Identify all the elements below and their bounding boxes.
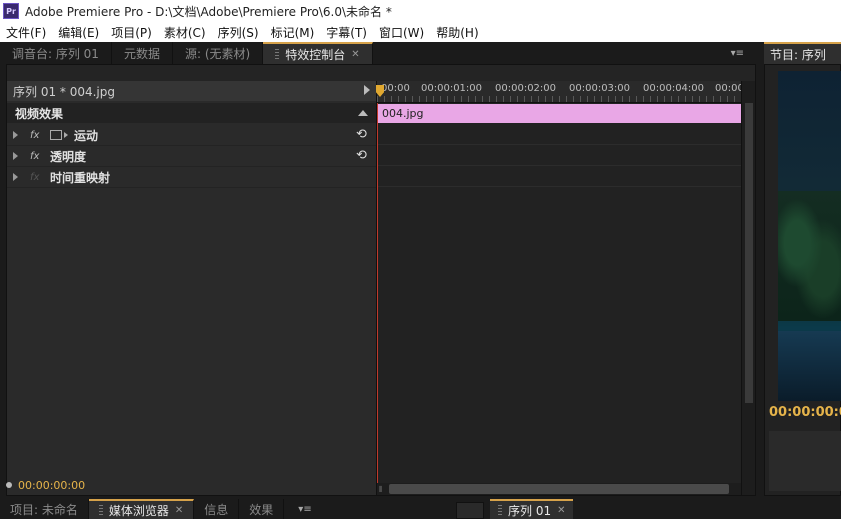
- tab-program-monitor[interactable]: 节目: 序列: [764, 42, 841, 64]
- panel-menu-icon[interactable]: ▾≡: [298, 504, 311, 515]
- expand-triangle-icon[interactable]: [13, 173, 18, 181]
- transform-arrow-icon: [64, 132, 68, 138]
- close-icon[interactable]: ✕: [557, 505, 565, 516]
- panel-tab-row: 调音台: 序列 01 元数据 源: (无素材) 特效控制台 ✕ ▾≡: [0, 42, 760, 64]
- effect-timeline: 00:00 00:00:01:00 00:00:02:00 00:00:03:0…: [376, 81, 754, 495]
- menu-clip[interactable]: 素材(C): [158, 24, 212, 41]
- effect-row-time-remap[interactable]: fx 时间重映射: [7, 167, 376, 188]
- collapse-arrow-icon[interactable]: [358, 110, 368, 116]
- reset-icon[interactable]: ⟲: [355, 149, 368, 162]
- tab-label: 媒体浏览器: [108, 503, 169, 518]
- ruler-tick-label: 00:00:01:00: [421, 83, 483, 94]
- tab-media-browser[interactable]: 媒体浏览器 ✕: [88, 499, 195, 519]
- water-image: [778, 331, 841, 401]
- time-ruler[interactable]: 00:00 00:00:01:00 00:00:02:00 00:00:03:0…: [376, 81, 754, 103]
- menu-bar: 文件(F) 编辑(E) 项目(P) 素材(C) 序列(S) 标记(M) 字幕(T…: [0, 22, 841, 42]
- timecode-indicator-icon: [6, 482, 12, 488]
- panel-menu-icon[interactable]: ▾≡: [731, 48, 744, 59]
- effect-row-opacity[interactable]: fx 透明度 ⟲: [7, 146, 376, 167]
- effect-row-motion[interactable]: fx 运动 ⟲: [7, 125, 376, 146]
- menu-sequence[interactable]: 序列(S): [212, 24, 265, 41]
- tab-project[interactable]: 项目: 未命名: [0, 499, 89, 519]
- tab-metadata[interactable]: 元数据: [112, 42, 173, 64]
- reset-icon[interactable]: ⟲: [355, 128, 368, 141]
- tab-label: 调音台: 序列 01: [12, 46, 99, 61]
- program-monitor: 00:00:00:0: [764, 64, 841, 496]
- menu-edit[interactable]: 编辑(E): [52, 24, 105, 41]
- tab-label: 信息: [204, 502, 229, 517]
- scroll-thumb[interactable]: [745, 103, 753, 403]
- fx-toggle-icon: fx: [30, 171, 40, 183]
- video-effects-header: 视频效果: [7, 103, 376, 123]
- menu-file[interactable]: 文件(F): [0, 24, 52, 41]
- drag-grip-icon[interactable]: [275, 49, 280, 59]
- close-icon[interactable]: ✕: [175, 505, 183, 516]
- horizontal-scrollbar[interactable]: ⦀: [377, 483, 743, 495]
- clip-name: 004.jpg: [382, 107, 424, 120]
- effect-name: 运动: [74, 128, 99, 143]
- tab-label: 效果: [249, 502, 274, 517]
- program-frame-image: [778, 71, 841, 401]
- ruler-ticks: [377, 96, 743, 102]
- menu-window[interactable]: 窗口(W): [373, 24, 430, 41]
- vertical-scrollbar[interactable]: [741, 81, 755, 495]
- menu-marker[interactable]: 标记(M): [265, 24, 321, 41]
- title-bar: Pr Adobe Premiere Pro - D:\文档\Adobe\Prem…: [0, 0, 841, 22]
- timeline-row: [377, 124, 743, 145]
- tab-effect-controls[interactable]: 特效控制台 ✕: [263, 42, 373, 64]
- show-timeline-toggle-icon[interactable]: [364, 85, 370, 95]
- ruler-tick-label: 00:00:02:00: [495, 83, 557, 94]
- expand-triangle-icon[interactable]: [13, 131, 18, 139]
- fx-toggle-icon[interactable]: fx: [30, 130, 44, 141]
- tab-label: 节目: 序列: [770, 47, 826, 62]
- tab-label: 项目: 未命名: [10, 502, 78, 517]
- ruler-tick-label: 00:00: [381, 83, 410, 94]
- menu-help[interactable]: 帮助(H): [430, 24, 484, 41]
- tab-audio-mixer[interactable]: 调音台: 序列 01: [0, 42, 112, 64]
- tab-source[interactable]: 源: (无素材): [173, 42, 264, 64]
- premiere-app-icon: Pr: [3, 3, 19, 19]
- tab-label: 特效控制台: [285, 47, 346, 62]
- program-timecode[interactable]: 00:00:00:0: [769, 405, 841, 420]
- tab-effects[interactable]: 效果: [239, 499, 285, 519]
- tab-info[interactable]: 信息: [194, 499, 240, 519]
- sequence-clip-bar: 序列 01 * 004.jpg: [7, 81, 376, 101]
- tab-label: 源: (无素材): [184, 46, 251, 61]
- menu-project[interactable]: 项目(P): [105, 24, 158, 41]
- effect-list: 序列 01 * 004.jpg 视频效果 fx 运动 ⟲ fx 透明度 ⟲ fx…: [7, 81, 376, 495]
- ruler-tick-label: 00:00:04:00: [643, 83, 705, 94]
- expand-triangle-icon[interactable]: [13, 152, 18, 160]
- drag-grip-icon[interactable]: [98, 505, 103, 515]
- timeline-row: [377, 145, 743, 166]
- fx-toggle-icon[interactable]: fx: [30, 151, 44, 162]
- clip-bar[interactable]: 004.jpg: [378, 104, 743, 123]
- video-effects-label: 视频效果: [15, 106, 64, 121]
- effect-name: 透明度: [50, 149, 87, 164]
- close-icon[interactable]: ✕: [351, 49, 359, 60]
- current-timecode[interactable]: 00:00:00:00: [6, 476, 126, 494]
- tab-label: 元数据: [123, 46, 160, 61]
- trees-image: [778, 191, 841, 321]
- window-title: Adobe Premiere Pro - D:\文档\Adobe\Premier…: [25, 4, 392, 19]
- menu-title[interactable]: 字幕(T): [320, 24, 373, 41]
- tools-panel: [456, 502, 484, 519]
- monitor-controls: [769, 431, 841, 491]
- timecode-value: 00:00:00:00: [18, 478, 86, 492]
- drag-grip-icon[interactable]: [498, 505, 502, 515]
- tab-sequence-timeline[interactable]: 序列 01 ✕: [490, 499, 574, 519]
- scroll-left-icon[interactable]: ⦀: [379, 485, 383, 495]
- effect-name: 时间重映射: [50, 170, 111, 185]
- transform-box-icon[interactable]: [50, 130, 62, 140]
- effect-controls-panel: 序列 01 * 004.jpg 视频效果 fx 运动 ⟲ fx 透明度 ⟲ fx…: [6, 64, 756, 496]
- ruler-tick-label: 00:00:03:00: [569, 83, 631, 94]
- sequence-clip-label: 序列 01 * 004.jpg: [13, 84, 116, 99]
- bottom-tab-row: 项目: 未命名 媒体浏览器 ✕ 信息 效果 ▾≡: [0, 499, 841, 519]
- scroll-thumb[interactable]: [389, 484, 729, 494]
- tab-label: 序列 01: [508, 503, 552, 518]
- timeline-row: [377, 166, 743, 187]
- playhead-line: [377, 103, 378, 495]
